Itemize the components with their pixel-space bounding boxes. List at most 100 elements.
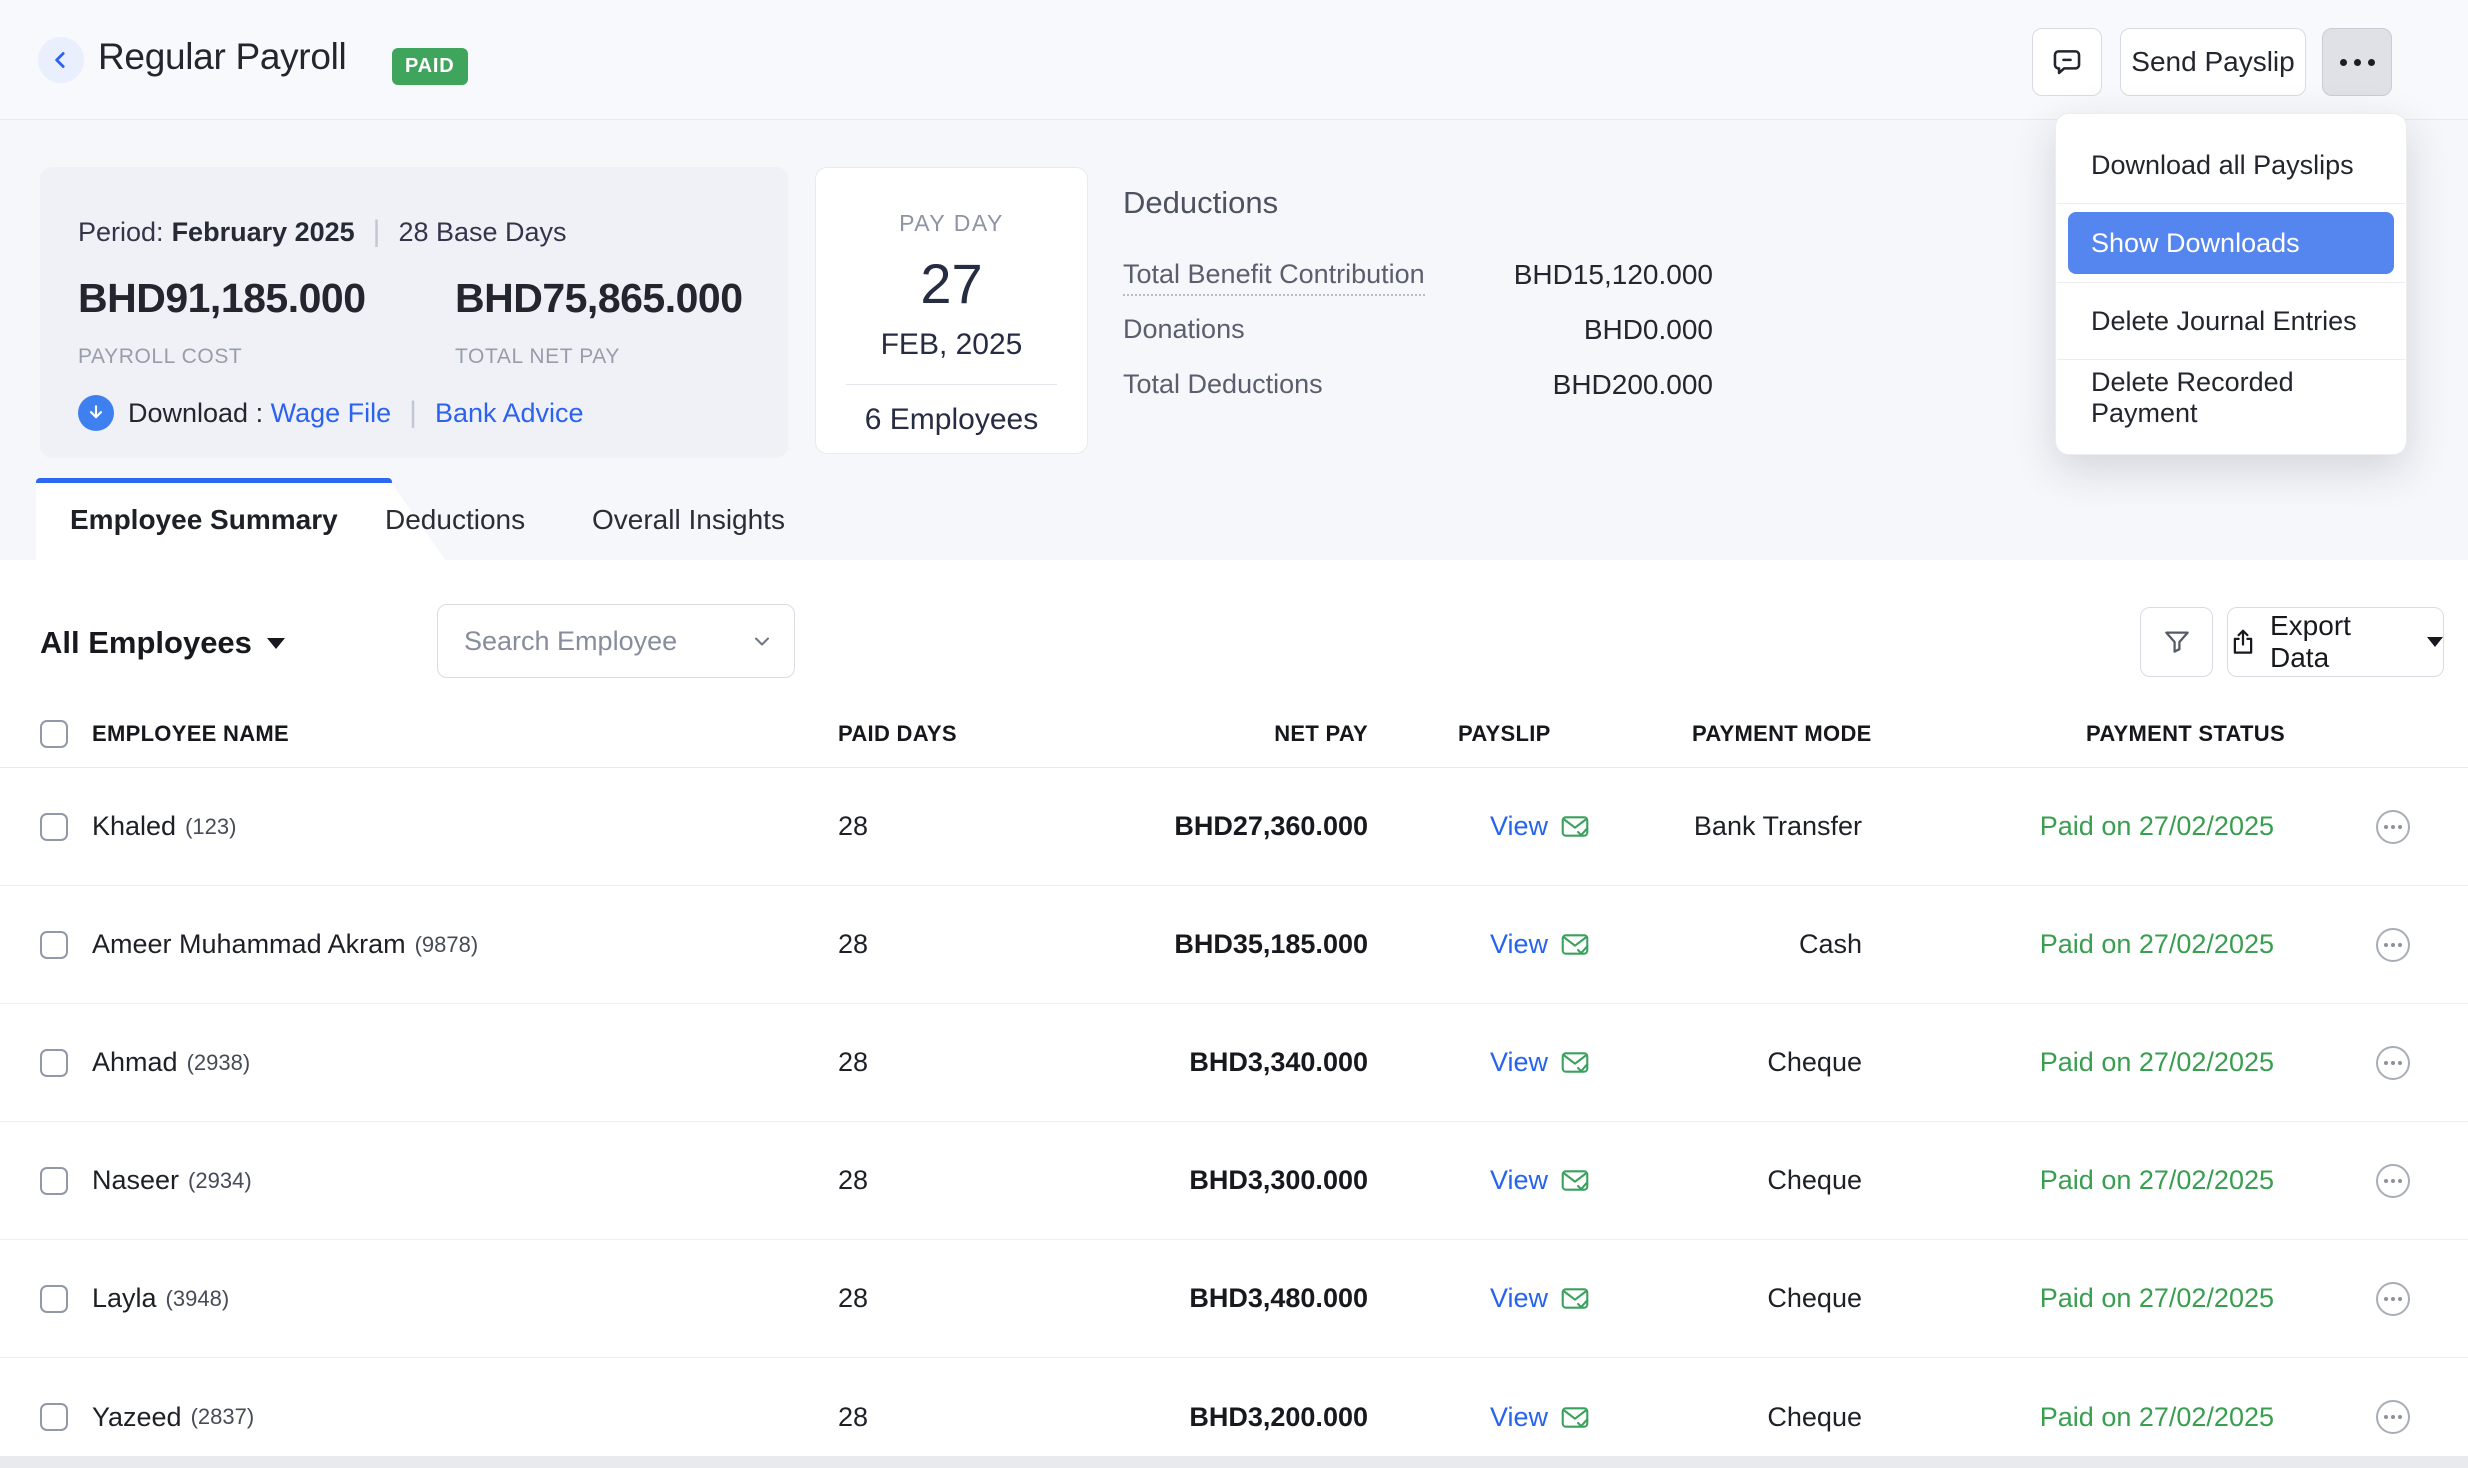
filter-button[interactable] [2140, 607, 2213, 677]
col-payment-status: PAYMENT STATUS [2086, 700, 2285, 768]
horizontal-scrollbar-track[interactable] [0, 1456, 2468, 1468]
row-checkbox[interactable] [40, 1167, 68, 1195]
caret-down-icon [2427, 637, 2443, 647]
total-deductions-value: BHD200.000 [1553, 369, 1713, 401]
tab-overall-insights[interactable]: Overall Insights [592, 478, 785, 561]
payment-mode: Cheque [1767, 1047, 1862, 1078]
status-badge: PAID [392, 48, 468, 85]
row-actions-button[interactable] [2376, 810, 2410, 844]
all-employees-dropdown[interactable]: All Employees [40, 608, 285, 678]
comment-button[interactable] [2032, 28, 2102, 96]
employee-id: (9878) [415, 932, 479, 958]
deductions-summary: Deductions Total Benefit Contribution BH… [1123, 185, 1713, 416]
back-button[interactable] [38, 37, 84, 83]
donations-value: BHD0.000 [1584, 314, 1713, 346]
divider [846, 384, 1057, 385]
col-paid-days: PAID DAYS [838, 700, 957, 768]
view-label: View [1490, 929, 1548, 960]
payment-mode: Cheque [1767, 1283, 1862, 1314]
menu-divider [2057, 203, 2405, 204]
table-row: Ahmad(2938) 28 BHD3,340.000 View Cheque … [0, 1004, 2468, 1122]
chevron-left-icon [48, 47, 74, 73]
envelope-check-icon [1560, 1167, 1590, 1194]
table-row: Ameer Muhammad Akram(9878) 28 BHD35,185.… [0, 886, 2468, 1004]
view-payslip-link[interactable]: View [1490, 1283, 1590, 1314]
total-deductions-label: Total Deductions [1123, 369, 1323, 400]
payment-mode: Cash [1799, 929, 1862, 960]
top-bar: Regular Payroll PAID Send Payslip [0, 0, 2468, 120]
table-header: EMPLOYEE NAME PAID DAYS NET PAY PAYSLIP … [0, 700, 2468, 768]
col-payment-mode: PAYMENT MODE [1692, 700, 1872, 768]
ellipsis-icon [2340, 59, 2375, 66]
table-row: Layla(3948) 28 BHD3,480.000 View Cheque … [0, 1240, 2468, 1358]
pay-day-date: 27 [816, 251, 1087, 316]
row-checkbox[interactable] [40, 1285, 68, 1313]
more-actions-button[interactable] [2322, 28, 2392, 96]
row-actions-button[interactable] [2376, 1282, 2410, 1316]
select-all-checkbox[interactable] [40, 720, 68, 748]
row-checkbox[interactable] [40, 931, 68, 959]
payment-mode: Bank Transfer [1694, 811, 1862, 842]
view-payslip-link[interactable]: View [1490, 1047, 1590, 1078]
row-actions-button[interactable] [2376, 928, 2410, 962]
deductions-title: Deductions [1123, 185, 1713, 221]
view-payslip-link[interactable]: View [1490, 929, 1590, 960]
period-value: February 2025 [172, 217, 355, 248]
export-icon [2228, 627, 2258, 657]
payment-status: Paid on 27/02/2025 [2040, 1165, 2274, 1196]
payroll-detail-page: Regular Payroll PAID Send Payslip Downlo… [0, 0, 2468, 1468]
pay-day-label: PAY DAY [816, 210, 1087, 237]
employee-id: (3948) [166, 1286, 230, 1312]
payment-status: Paid on 27/02/2025 [2040, 811, 2274, 842]
table-row: Khaled(123) 28 BHD27,360.000 View Bank T… [0, 768, 2468, 886]
row-actions-button[interactable] [2376, 1164, 2410, 1198]
paid-days: 28 [838, 929, 868, 960]
caret-down-icon [267, 638, 285, 649]
payment-status: Paid on 27/02/2025 [2040, 1283, 2274, 1314]
view-payslip-link[interactable]: View [1490, 1402, 1590, 1433]
row-actions-button[interactable] [2376, 1400, 2410, 1434]
row-checkbox[interactable] [40, 813, 68, 841]
employee-id: (2934) [188, 1168, 252, 1194]
paid-days: 28 [838, 1283, 868, 1314]
view-payslip-link[interactable]: View [1490, 811, 1590, 842]
page-title: Regular Payroll [98, 36, 346, 78]
row-checkbox[interactable] [40, 1403, 68, 1431]
employee-name: Ahmad [92, 1047, 178, 1078]
net-pay: BHD27,360.000 [1174, 811, 1368, 842]
export-data-label: Export Data [2270, 610, 2413, 674]
col-employee-name: EMPLOYEE NAME [92, 700, 289, 768]
bank-advice-link[interactable]: Bank Advice [435, 398, 584, 429]
employee-name: Ameer Muhammad Akram [92, 929, 406, 960]
all-employees-label: All Employees [40, 625, 252, 661]
payroll-cost-label: PAYROLL COST [78, 345, 242, 369]
row-actions-button[interactable] [2376, 1046, 2410, 1080]
payment-mode: Cheque [1767, 1402, 1862, 1433]
total-benefit-contribution-label[interactable]: Total Benefit Contribution [1123, 259, 1425, 296]
view-label: View [1490, 1047, 1548, 1078]
send-payslip-button[interactable]: Send Payslip [2120, 28, 2306, 96]
menu-item-delete-recorded-payment[interactable]: Delete Recorded Payment [2056, 360, 2406, 436]
menu-item-delete-journal-entries[interactable]: Delete Journal Entries [2056, 283, 2406, 359]
total-net-pay-label: TOTAL NET PAY [455, 345, 620, 369]
view-payslip-link[interactable]: View [1490, 1165, 1590, 1196]
period-label: Period: [78, 217, 164, 248]
net-pay: BHD3,340.000 [1189, 1047, 1368, 1078]
search-employee-placeholder: Search Employee [464, 626, 750, 657]
row-checkbox[interactable] [40, 1049, 68, 1077]
tab-deductions[interactable]: Deductions [385, 478, 525, 561]
view-label: View [1490, 1165, 1548, 1196]
envelope-check-icon [1560, 1049, 1590, 1076]
chevron-down-icon [750, 629, 774, 653]
menu-item-download-all-payslips[interactable]: Download all Payslips [2056, 127, 2406, 203]
table-row: Yazeed(2837) 28 BHD3,200.000 View Cheque… [0, 1358, 2468, 1468]
search-employee-select[interactable]: Search Employee [437, 604, 795, 678]
wage-file-link[interactable]: Wage File [271, 398, 392, 429]
total-net-pay-amount: BHD75,865.000 [455, 275, 743, 322]
menu-item-show-downloads[interactable]: Show Downloads [2068, 212, 2394, 274]
employee-id: (2837) [191, 1404, 255, 1430]
download-icon [78, 395, 114, 431]
paid-days: 28 [838, 1402, 868, 1433]
export-data-button[interactable]: Export Data [2227, 607, 2444, 677]
tab-employee-summary[interactable]: Employee Summary [70, 478, 338, 561]
